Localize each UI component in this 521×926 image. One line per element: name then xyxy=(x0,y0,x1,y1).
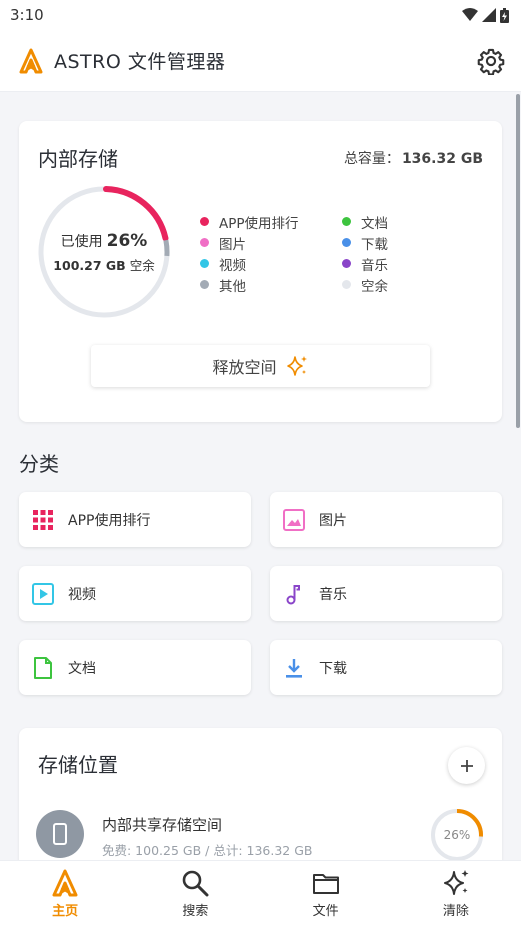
image-icon xyxy=(283,508,305,531)
category-documents[interactable]: 文档 xyxy=(19,640,251,695)
category-app-ranking[interactable]: APP使用排行 xyxy=(19,492,251,547)
phone-icon xyxy=(53,823,67,845)
storage-locations-card: 存储位置 内部共享存储空间 免费: 100.25 GB / 总计: 136.32… xyxy=(19,728,502,868)
scrollbar[interactable] xyxy=(516,94,520,428)
storage-legend: APP使用排行 文档 图片 下载 视频 音乐 其他 空余 xyxy=(200,213,480,295)
legend-label: 其他 xyxy=(219,278,246,295)
legend-dot xyxy=(342,280,351,289)
sparkle-icon xyxy=(286,356,307,376)
usage-summary: 已使用 26% 100.27 GB 空余 xyxy=(35,183,173,321)
capacity-value: 136.32 GB xyxy=(401,151,483,167)
legend-label: APP使用排行 xyxy=(219,215,299,232)
category-label: APP使用排行 xyxy=(68,512,151,529)
nav-label: 清除 xyxy=(442,904,469,919)
legend-item: 音乐 xyxy=(342,255,462,274)
sparkle-icon xyxy=(443,870,469,895)
legend-item: 下载 xyxy=(342,234,462,253)
category-label: 图片 xyxy=(319,512,347,529)
status-bar: 3:10 xyxy=(0,0,521,30)
status-time: 3:10 xyxy=(10,6,44,24)
category-label: 视频 xyxy=(68,586,96,603)
storage-title: 内部存储 xyxy=(38,147,118,171)
signal-icon xyxy=(482,8,496,22)
phone-storage-avatar xyxy=(36,810,84,858)
legend-item: 图片 xyxy=(200,234,342,253)
location-percent: 26% xyxy=(443,828,471,842)
legend-item: 空余 xyxy=(342,276,462,295)
legend-label: 下载 xyxy=(361,236,388,253)
nav-search[interactable]: 搜索 xyxy=(130,861,260,926)
categories-title: 分类 xyxy=(19,452,59,476)
used-label: 已使用 xyxy=(60,233,103,250)
battery-icon xyxy=(500,7,509,23)
nav-clean[interactable]: 清除 xyxy=(391,861,521,926)
status-icons xyxy=(462,7,509,23)
nav-label: 主页 xyxy=(52,904,79,919)
legend-label: 空余 xyxy=(361,278,388,295)
category-label: 文档 xyxy=(68,660,96,677)
category-music[interactable]: 音乐 xyxy=(270,566,502,621)
legend-label: 图片 xyxy=(219,236,246,253)
legend-dot xyxy=(200,238,209,247)
document-icon xyxy=(32,656,54,679)
free-value: 100.27 GB xyxy=(53,257,126,273)
nav-home[interactable]: 主页 xyxy=(0,861,130,926)
free-space-button[interactable]: 释放空间 xyxy=(91,345,430,387)
add-location-button[interactable] xyxy=(448,747,485,784)
category-video[interactable]: 视频 xyxy=(19,566,251,621)
used-percent: 26% xyxy=(106,230,148,251)
app-bar: ASTRO 文件管理器 xyxy=(0,30,521,92)
locations-title: 存储位置 xyxy=(38,753,118,777)
search-icon xyxy=(183,870,209,897)
location-detail: 免费: 100.25 GB / 总计: 136.32 GB xyxy=(102,843,313,858)
plus-icon xyxy=(460,759,473,772)
bottom-navigation: 主页 搜索 文件 清除 xyxy=(0,860,521,926)
legend-label: 文档 xyxy=(361,215,388,232)
free-label: 空余 xyxy=(129,257,155,273)
gear-icon[interactable] xyxy=(477,47,505,75)
legend-dot xyxy=(200,217,209,226)
grid-icon xyxy=(32,509,54,531)
legend-dot xyxy=(342,259,351,268)
capacity-label: 总容量： xyxy=(343,151,400,167)
category-label: 音乐 xyxy=(319,586,347,603)
download-icon xyxy=(283,657,305,679)
legend-dot xyxy=(342,217,351,226)
astro-logo-icon xyxy=(19,48,43,73)
category-label: 下载 xyxy=(319,660,347,677)
nav-label: 搜索 xyxy=(182,904,209,919)
location-name[interactable]: 内部共享存储空间 xyxy=(102,814,222,835)
free-space-label: 释放空间 xyxy=(212,358,277,377)
legend-dot xyxy=(200,259,209,268)
legend-dot xyxy=(342,238,351,247)
home-logo-icon xyxy=(52,869,78,897)
internal-storage-card[interactable]: 内部存储 总容量： 136.32 GB 已使用 26% 100.27 GB 空余 AP… xyxy=(19,121,502,422)
total-capacity: 总容量： 136.32 GB xyxy=(344,148,483,168)
category-images[interactable]: 图片 xyxy=(270,492,502,547)
nav-files[interactable]: 文件 xyxy=(261,861,391,926)
video-icon xyxy=(32,582,54,605)
legend-item: APP使用排行 xyxy=(200,213,342,232)
folder-icon xyxy=(312,874,339,894)
legend-item: 视频 xyxy=(200,255,342,274)
category-downloads[interactable]: 下载 xyxy=(270,640,502,695)
legend-label: 音乐 xyxy=(361,257,388,274)
wifi-icon xyxy=(462,8,478,21)
nav-label: 文件 xyxy=(312,904,339,919)
app-title: ASTRO 文件管理器 xyxy=(54,51,226,73)
legend-item: 文档 xyxy=(342,213,462,232)
legend-label: 视频 xyxy=(219,257,246,274)
music-icon xyxy=(283,583,305,605)
legend-dot xyxy=(200,280,209,289)
legend-item: 其他 xyxy=(200,276,342,295)
